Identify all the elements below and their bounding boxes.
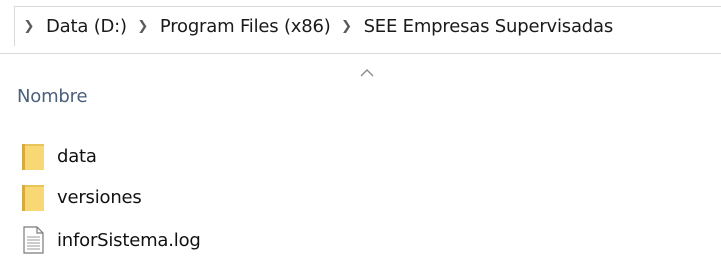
file-name: data bbox=[57, 145, 97, 167]
chevron-right-icon[interactable]: ❯ bbox=[19, 19, 39, 34]
chevron-right-icon[interactable]: ❯ bbox=[337, 19, 357, 34]
chevron-right-icon[interactable]: ❯ bbox=[133, 19, 153, 34]
breadcrumb-item-program-files[interactable]: Program Files (x86) bbox=[158, 16, 333, 37]
breadcrumb[interactable]: ❯ Data (D:) ❯ Program Files (x86) ❯ SEE … bbox=[14, 6, 721, 46]
folder-icon bbox=[22, 144, 44, 170]
file-explorer-window: ❯ Data (D:) ❯ Program Files (x86) ❯ SEE … bbox=[0, 0, 721, 268]
list-item[interactable]: versiones bbox=[20, 177, 142, 217]
column-header-name[interactable]: Nombre bbox=[17, 86, 88, 107]
breadcrumb-item-see-empresas[interactable]: SEE Empresas Supervisadas bbox=[362, 16, 615, 37]
file-name: inforSistema.log bbox=[57, 229, 201, 251]
text-file-icon bbox=[23, 226, 44, 254]
address-bar[interactable]: ❯ Data (D:) ❯ Program Files (x86) ❯ SEE … bbox=[0, 0, 721, 54]
folder-icon bbox=[22, 185, 44, 211]
list-item[interactable]: inforSistema.log bbox=[20, 220, 201, 260]
breadcrumb-item-data-drive[interactable]: Data (D:) bbox=[44, 16, 129, 37]
file-name: versiones bbox=[57, 186, 142, 208]
column-header-row bbox=[0, 54, 721, 116]
sort-ascending-icon bbox=[360, 69, 374, 77]
list-item[interactable]: data bbox=[20, 136, 97, 176]
